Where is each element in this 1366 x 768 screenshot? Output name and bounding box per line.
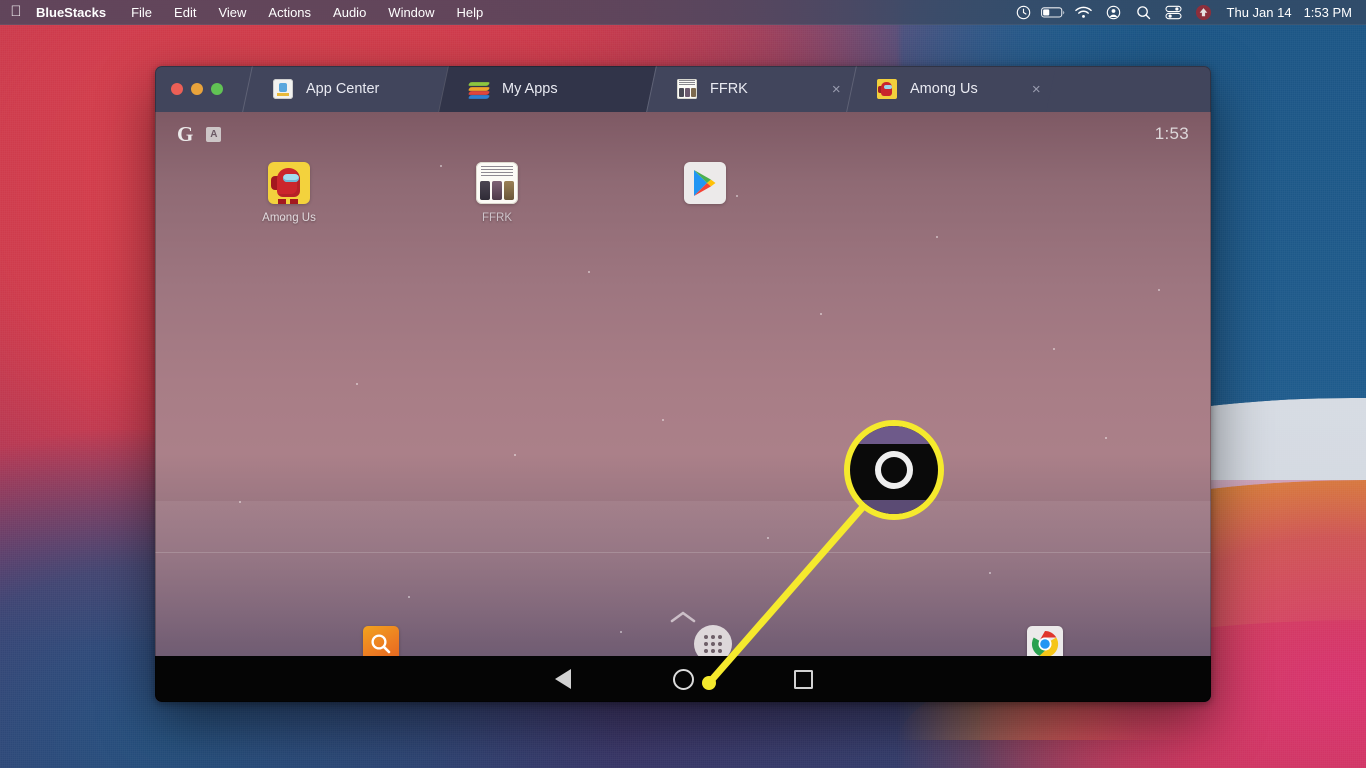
tab-app-center-label: App Center: [306, 81, 380, 97]
menu-item-actions[interactable]: Actions: [257, 0, 322, 25]
tab-bar: App Center My Apps FFRK × Among Us ×: [242, 66, 1211, 112]
tab-app-center[interactable]: App Center: [242, 66, 448, 112]
back-button[interactable]: [503, 656, 623, 702]
tab-among-us-label: Among Us: [910, 81, 978, 97]
android-status-row: G A 1:53: [155, 112, 1211, 156]
tab-ffrk[interactable]: FFRK ×: [646, 66, 856, 112]
assistant-icon[interactable]: A: [206, 126, 222, 142]
home-app-among-us[interactable]: Among Us: [185, 162, 393, 224]
macos-menu-bar:  BlueStacks File Edit View Actions Audi…: [0, 0, 1366, 25]
home-app-ffrk-label: FFRK: [481, 212, 513, 224]
among-us-app-icon: [876, 78, 898, 100]
tab-among-us[interactable]: Among Us ×: [846, 66, 1056, 112]
control-center-user-icon[interactable]: [1099, 0, 1129, 25]
menu-bar-status-area: Thu Jan 14 1:53 PM: [1009, 0, 1366, 24]
home-app-among-us-label: Among Us: [262, 212, 316, 224]
menu-item-edit[interactable]: Edit: [163, 0, 207, 25]
window-title-bar: App Center My Apps FFRK × Among Us ×: [155, 66, 1211, 112]
ffrk-app-icon: [676, 78, 698, 100]
my-apps-layers-icon: [468, 78, 490, 100]
bluestacks-window: App Center My Apps FFRK × Among Us × G A…: [155, 66, 1211, 702]
recents-button[interactable]: [743, 656, 863, 702]
menu-bar-time[interactable]: 1:53 PM: [1296, 5, 1356, 20]
menu-item-file[interactable]: File: [120, 0, 163, 25]
menu-item-window[interactable]: Window: [377, 0, 445, 25]
traffic-light-group: [155, 66, 247, 112]
android-navigation-bar: [155, 656, 1211, 702]
tab-ffrk-close-icon[interactable]: ×: [806, 81, 841, 98]
app-center-icon: [272, 78, 294, 100]
menu-item-audio[interactable]: Audio: [322, 0, 377, 25]
minimize-window-button[interactable]: [191, 83, 203, 95]
zoom-window-button[interactable]: [211, 83, 223, 95]
home-app-ffrk[interactable]: FFRK: [393, 162, 601, 224]
google-play-store-icon: [684, 162, 726, 204]
ffrk-app-icon: [476, 162, 518, 204]
triangle-back-icon: [555, 669, 571, 689]
tab-among-us-close-icon[interactable]: ×: [1006, 81, 1041, 98]
tab-my-apps[interactable]: My Apps: [438, 66, 656, 112]
menu-app-name[interactable]: BlueStacks: [32, 0, 120, 25]
android-app-grid: Among Us FFRK: [155, 162, 1211, 224]
tab-my-apps-label: My Apps: [502, 81, 558, 97]
menu-bar-date[interactable]: Thu Jan 14: [1219, 5, 1296, 20]
tab-ffrk-label: FFRK: [710, 81, 748, 97]
circle-home-icon: [672, 668, 694, 690]
battery-icon[interactable]: [1039, 0, 1069, 25]
google-search-widget-icon[interactable]: G: [177, 123, 193, 145]
android-home-screen: G A 1:53 Among Us FFRK: [155, 112, 1211, 702]
control-center-icon[interactable]: [1159, 0, 1189, 25]
bluestacks-tray-icon[interactable]: [1189, 0, 1219, 25]
apple-logo-icon[interactable]: : [0, 4, 32, 21]
among-us-app-icon: [268, 162, 310, 204]
close-window-button[interactable]: [171, 83, 183, 95]
menu-item-view[interactable]: View: [207, 0, 257, 25]
wifi-icon[interactable]: [1069, 0, 1099, 25]
android-clock: 1:53: [1154, 124, 1189, 143]
search-icon[interactable]: [1129, 0, 1159, 25]
time-machine-icon[interactable]: [1009, 0, 1039, 25]
menu-item-help[interactable]: Help: [446, 0, 495, 25]
home-button[interactable]: [623, 656, 743, 702]
menu-bar-left:  BlueStacks File Edit View Actions Audi…: [0, 0, 494, 24]
square-recents-icon: [793, 669, 813, 689]
home-app-play-store[interactable]: [601, 162, 809, 224]
